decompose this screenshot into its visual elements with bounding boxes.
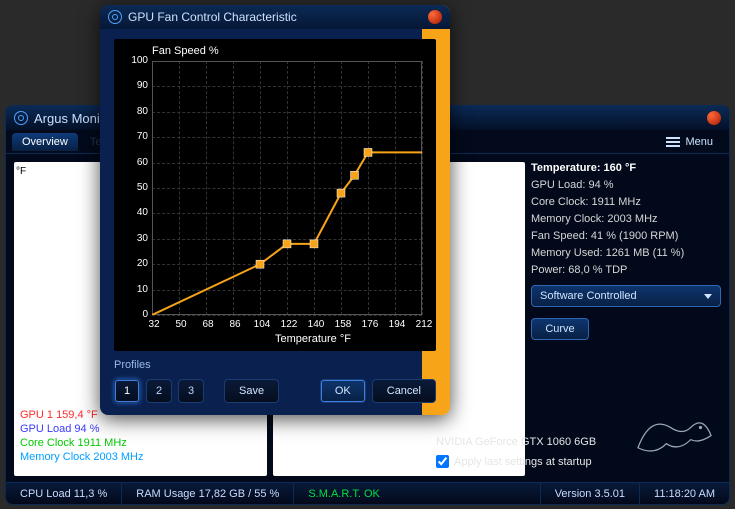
close-icon[interactable] (707, 111, 721, 125)
curve-handle[interactable] (310, 240, 318, 248)
menu-button[interactable]: Menu (656, 133, 723, 151)
curve-handle[interactable] (351, 171, 359, 179)
chart-y-label: Fan Speed % (152, 45, 219, 57)
fan-curve-chart[interactable]: Fan Speed % 0102030405060708090100325068… (114, 39, 436, 351)
profile-3-button[interactable]: 3 (178, 379, 204, 403)
apply-settings-checkbox[interactable] (436, 455, 449, 468)
status-version: Version 3.5.01 (541, 483, 640, 504)
lizard-icon (632, 399, 717, 464)
status-ram: RAM Usage 17,82 GB / 55 % (122, 483, 294, 504)
ok-button[interactable]: OK (320, 379, 366, 403)
status-time: 11:18:20 AM (640, 483, 729, 504)
app-icon (14, 111, 28, 125)
curve-handle[interactable] (256, 260, 264, 268)
sidebar-fan-speed: Fan Speed: 41 % (1900 RPM) (531, 230, 721, 242)
dialog-title: GPU Fan Control Characteristic (128, 10, 297, 24)
sidebar-memory-used: Memory Used: 1261 MB (11 %) (531, 247, 721, 259)
sidebar-memory-clock: Memory Clock: 2003 MHz (531, 213, 721, 225)
sidebar-temp: Temperature: 160 °F (531, 162, 721, 174)
apply-settings-label: Apply last settings at startup (454, 456, 592, 468)
cancel-button[interactable]: Cancel (372, 379, 436, 403)
profile-2-button[interactable]: 2 (146, 379, 172, 403)
curve-handle[interactable] (364, 148, 372, 156)
fan-mode-value: Software Controlled (540, 290, 637, 302)
menu-icon (666, 137, 680, 147)
dialog-footer: 1 2 3 Save OK Cancel (100, 379, 450, 415)
status-cpu: CPU Load 11,3 % (6, 483, 122, 504)
chart-x-label: Temperature °F (152, 333, 450, 345)
app-icon (108, 10, 122, 24)
dialog-title-bar[interactable]: GPU Fan Control Characteristic (100, 5, 450, 29)
menu-label: Menu (685, 136, 713, 148)
sidebar-core-clock: Core Clock: 1911 MHz (531, 196, 721, 208)
chart-legend: GPU 1 159,4 °F GPU Load 94 % Core Clock … (20, 408, 143, 464)
tab-overview[interactable]: Overview (12, 133, 78, 151)
legend-memory-clock: Memory Clock 2003 MHz (20, 450, 143, 464)
gpu-name: NVIDIA GeForce GTX 1060 6GB (436, 436, 596, 448)
curve-handle[interactable] (337, 189, 345, 197)
sidebar-power: Power: 68,0 % TDP (531, 264, 721, 276)
fan-mode-dropdown[interactable]: Software Controlled (531, 285, 721, 307)
curve-handle[interactable] (283, 240, 291, 248)
save-button[interactable]: Save (224, 379, 279, 403)
legend-gpu-load: GPU Load 94 % (20, 422, 143, 436)
chart-y-label: °F (16, 166, 26, 177)
apply-settings-row[interactable]: Apply last settings at startup (436, 455, 592, 468)
legend-core-clock: Core Clock 1911 MHz (20, 436, 143, 450)
profile-1-button[interactable]: 1 (114, 379, 140, 403)
chevron-down-icon (704, 294, 712, 299)
status-smart: S.M.A.R.T. OK (294, 483, 540, 504)
curve-button[interactable]: Curve (531, 318, 589, 340)
fan-curve-dialog: GPU Fan Control Characteristic Fan Speed… (100, 5, 450, 415)
sidebar-gpu-load: GPU Load: 94 % (531, 179, 721, 191)
close-icon[interactable] (428, 10, 442, 24)
status-bar: CPU Load 11,3 % RAM Usage 17,82 GB / 55 … (6, 482, 729, 504)
profiles-label: Profiles (114, 359, 436, 371)
